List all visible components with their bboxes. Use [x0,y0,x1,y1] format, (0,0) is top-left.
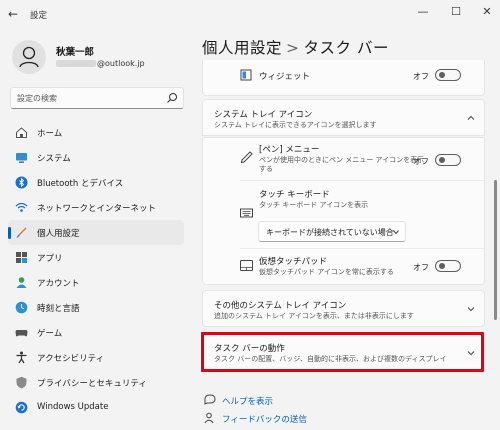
sidebar-item-time-language[interactable]: 時刻と言語 [8,295,184,320]
sidebar-item-label: プライバシーとセキュリティ [37,379,147,389]
widgets-icon [240,69,252,81]
user-email: @outlook.jp [56,59,145,68]
sidebar-item-label: Windows Update [37,402,109,412]
sidebar-item-personalization[interactable]: 個人用設定 [8,220,184,245]
widget-toggle[interactable] [435,69,461,81]
pen-menu-subtitle-2: する [259,165,273,173]
pen-menu-toggle-state: オフ [413,157,429,166]
sidebar-item-windows-update[interactable]: Windows Update [8,395,184,420]
sidebar-item-bluetooth[interactable]: Bluetooth とデバイス [8,170,184,195]
gaming-icon [15,330,28,337]
system-tray-icons-body: [ペン] メニュー ペンが使用中のときにペン メニュー アイコンを表示 する オ… [202,137,485,285]
sidebar-item-label: アカウント [37,279,80,289]
system-tray-icons-title: システム トレイ アイコン [214,110,313,120]
pen-icon [240,151,253,164]
feedback-icon [204,412,214,424]
search-icon[interactable] [166,92,178,104]
sidebar-item-system[interactable]: システム [8,145,184,170]
sidebar-item-privacy[interactable]: プライバシーとセキュリティ [8,370,184,395]
user-name: 秋葉一郎 [56,47,95,58]
pen-menu-title: [ペン] メニュー [259,145,320,155]
sidebar-item-label: ホーム [37,129,63,139]
sidebar-item-home[interactable]: ホーム [8,120,184,145]
sidebar-item-label: 個人用設定 [37,229,80,239]
virtual-touchpad-subtitle: 仮想タッチパッド アイコンを常に表示する [259,268,394,276]
network-icon [15,202,28,212]
touch-keyboard-selected: キーボードが接続されていない場合 [266,228,394,237]
breadcrumb: 個人用設定 > タスク バー [202,36,389,58]
title-bar: ← 設定 — ☐ ✕ [0,0,500,30]
scrollbar[interactable] [494,180,497,320]
virtual-touchpad-toggle[interactable] [435,260,461,272]
maximize-button[interactable]: ☐ [445,4,467,20]
pen-menu-subtitle: ペンが使用中のときにペン メニュー アイコンを表示 [259,156,425,164]
other-tray-icons-subtitle: 追加のシステム トレイ アイコンを表示、または非表示にします [214,312,414,320]
minimize-button[interactable]: — [412,4,434,20]
other-system-tray-icons[interactable]: その他のシステム トレイ アイコン 追加のシステム トレイ アイコンを表示、また… [202,290,485,327]
sidebar-item-label: ネットワークとインターネット [37,204,157,214]
time-language-icon [15,301,28,314]
redacted-text [56,60,96,67]
widget-toggle-state: オフ [413,72,429,81]
feedback-link[interactable]: フィードバックの送信 [222,413,307,425]
virtual-touchpad-toggle-state: オフ [413,263,429,272]
sidebar-item-network[interactable]: ネットワークとインターネット [8,195,184,220]
user-icon [19,46,39,68]
touch-keyboard-dropdown[interactable]: キーボードが接続されていない場合 [258,221,406,242]
touch-keyboard-subtitle: タッチ キーボード アイコンを表示 [259,201,369,209]
page-title: タスク バー [303,39,389,57]
privacy-icon [16,376,27,389]
widget-label: ウィジェット [259,72,311,82]
help-icon [204,394,216,405]
app-title: 設定 [30,11,48,21]
sidebar-item-gaming[interactable]: ゲーム [8,320,184,345]
divider [240,248,484,249]
highlight-box [201,332,484,372]
sidebar-item-label: ゲーム [37,329,63,339]
system-tray-icons-subtitle: システム トレイに表示できるアイコンを選択します [214,121,377,129]
sidebar-item-apps[interactable]: アプリ [8,245,184,270]
sidebar-item-label: Bluetooth とデバイス [37,179,124,189]
user-email-domain: @outlook.jp [97,59,145,68]
avatar[interactable] [12,40,46,74]
widget-row: ウィジェット オフ [202,60,485,96]
close-button[interactable]: ✕ [476,4,498,20]
user-profile[interactable]: 秋葉一郎 @outlook.jp [12,40,192,74]
search-box[interactable] [10,87,184,109]
touchpad-icon [240,260,253,271]
bluetooth-icon [15,176,28,189]
back-button[interactable]: ← [8,7,22,21]
virtual-touchpad-title: 仮想タッチパッド [259,257,328,267]
breadcrumb-parent[interactable]: 個人用設定 [202,39,282,57]
system-tray-icons-header[interactable]: システム トレイ アイコン システム トレイに表示できるアイコンを選択します [202,99,485,136]
sidebar-item-label: アクセシビリティ [37,354,105,364]
home-icon [16,127,27,138]
divider [240,180,484,181]
system-icon [16,153,27,163]
keyboard-icon [240,208,253,218]
chevron-down-icon [393,230,399,235]
personalization-icon [16,227,27,238]
accessibility-icon [16,351,27,364]
chevron-up-icon[interactable] [466,113,476,123]
chevron-down-icon[interactable] [466,304,476,314]
other-tray-icons-title: その他のシステム トレイ アイコン [214,301,347,311]
sidebar-item-accounts[interactable]: アカウント [8,270,184,295]
sidebar-item-label: システム [37,154,71,164]
touch-keyboard-title: タッチ キーボード [259,190,330,200]
selection-indicator [8,227,11,239]
sidebar-item-accessibility[interactable]: アクセシビリティ [8,345,184,370]
sidebar-item-label: アプリ [37,254,63,264]
windows-update-icon [15,401,28,414]
sidebar-item-label: 時刻と言語 [37,304,80,314]
apps-icon [16,252,27,263]
help-link[interactable]: ヘルプを表示 [222,395,273,407]
pen-menu-toggle[interactable] [435,154,461,166]
accounts-icon [16,277,27,288]
search-input[interactable] [17,92,157,105]
breadcrumb-separator: > [286,39,300,57]
sidebar-nav: ホーム システム Bluetooth とデバイス ネットワークとインターネット … [8,120,184,420]
